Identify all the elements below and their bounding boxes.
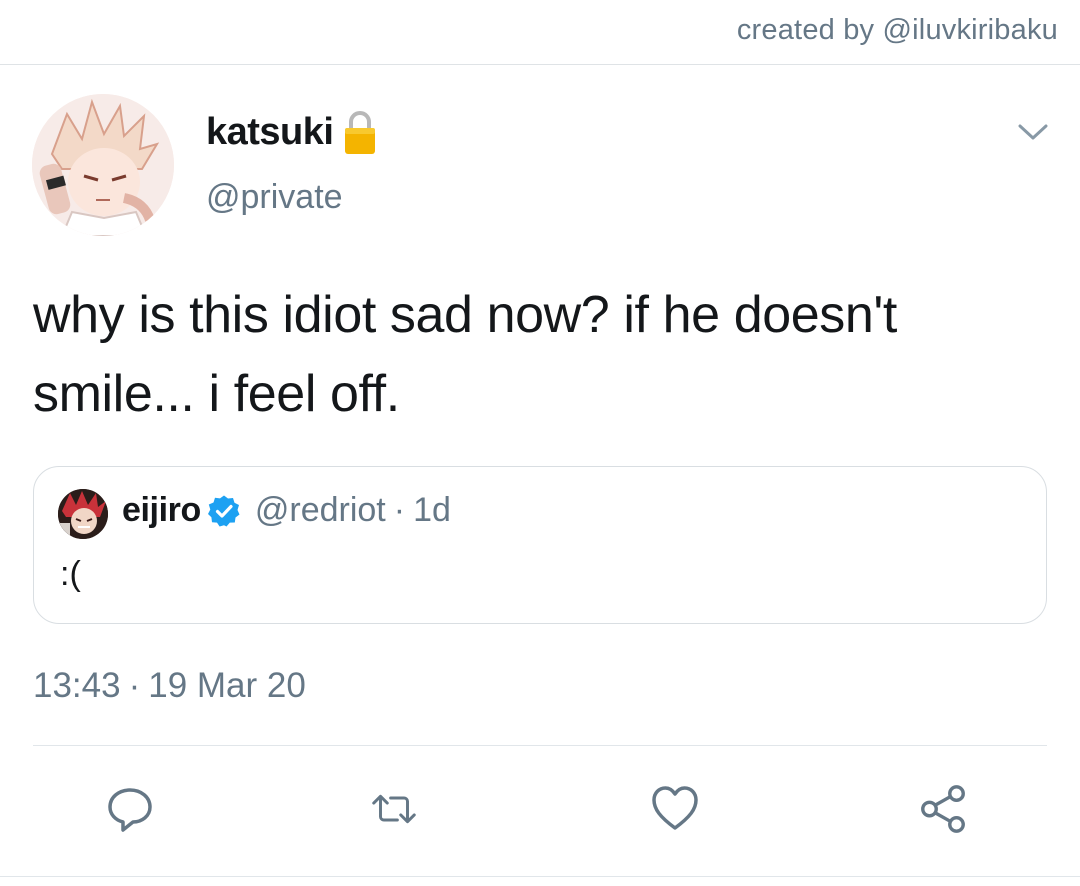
quoted-tweet-card[interactable]: eijiro @redriot · 1d :( <box>33 466 1047 624</box>
tweet-text: why is this idiot sad now? if he doesn't… <box>33 286 897 423</box>
like-icon <box>652 786 698 830</box>
share-button[interactable] <box>916 782 970 836</box>
quoted-tweet-text: :( <box>60 555 81 593</box>
quoted-avatar-illustration <box>58 489 108 539</box>
author-avatar[interactable] <box>32 94 174 236</box>
like-button[interactable] <box>648 782 702 836</box>
quoted-separator: · <box>393 491 406 529</box>
quoted-author-avatar[interactable] <box>58 489 108 539</box>
reply-button[interactable] <box>103 782 157 836</box>
verified-badge-icon <box>207 494 241 528</box>
credit-bar: created by @iluvkiribaku <box>0 0 1080 65</box>
tweet-timestamp[interactable]: 13:43 · 19 Mar 20 <box>33 666 306 706</box>
bottom-divider <box>0 876 1080 877</box>
author-display-name[interactable]: katsuki <box>206 111 334 154</box>
avatar-illustration <box>32 94 174 236</box>
lock-icon <box>343 108 377 156</box>
quoted-tweet-age[interactable]: 1d <box>413 491 451 530</box>
quoted-tweet-header: eijiro @redriot · 1d <box>122 491 451 530</box>
creator-credit: created by @iluvkiribaku <box>736 14 1058 46</box>
share-icon <box>921 785 965 833</box>
timestamp-time: 13:43 <box>33 666 121 705</box>
actions-divider <box>33 745 1047 746</box>
quoted-author-handle[interactable]: @redriot <box>255 491 386 530</box>
quoted-author-display-name[interactable]: eijiro <box>122 491 201 530</box>
reply-icon <box>108 788 152 832</box>
timestamp-date: 19 Mar 20 <box>148 666 306 705</box>
author-handle[interactable]: @private <box>206 178 343 217</box>
chevron-down-icon[interactable] <box>1016 120 1050 146</box>
retweet-button[interactable] <box>367 782 421 836</box>
author-name-row[interactable]: katsuki <box>206 108 377 156</box>
timestamp-separator: · <box>128 666 141 705</box>
retweet-icon <box>372 794 416 824</box>
